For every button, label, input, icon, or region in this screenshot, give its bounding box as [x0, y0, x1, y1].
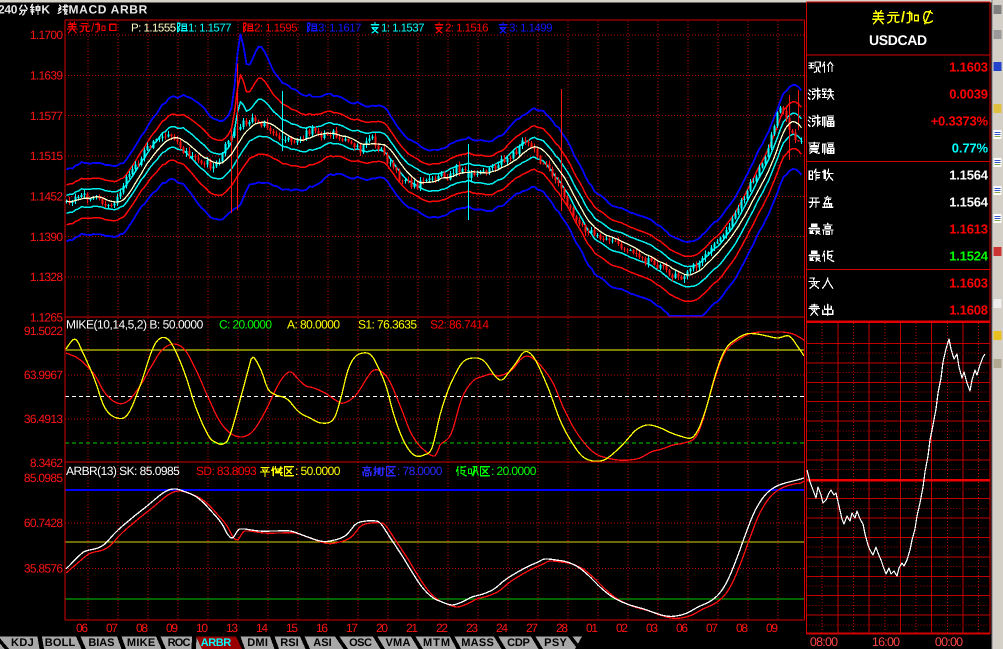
svg-text:1.1613: 1.1613 [949, 222, 988, 237]
svg-text:C: 20.0000: C: 20.0000 [219, 318, 272, 332]
svg-text:21: 21 [406, 621, 418, 635]
svg-text:09: 09 [166, 621, 178, 635]
svg-text:00:00: 00:00 [935, 635, 963, 649]
svg-text:: 50.0000: : 50.0000 [295, 464, 341, 478]
svg-text:17: 17 [346, 621, 358, 635]
svg-text:1: 1.1577: 1: 1.1577 [188, 23, 232, 35]
svg-text:15: 15 [286, 621, 298, 635]
svg-text:BIAS: BIAS [88, 637, 114, 649]
svg-text:1.1603: 1.1603 [949, 276, 988, 291]
svg-text:S2: 86.7414: S2: 86.7414 [430, 318, 489, 332]
svg-text:ROC: ROC [168, 637, 191, 649]
svg-text:PSY: PSY [544, 637, 567, 649]
svg-text:: 78.0000: : 78.0000 [397, 464, 443, 478]
svg-text:10: 10 [196, 621, 208, 635]
svg-text:28: 28 [556, 621, 568, 635]
svg-text:60.7428: 60.7428 [24, 516, 63, 530]
svg-text:CDP: CDP [507, 637, 530, 649]
svg-text:27: 27 [526, 621, 538, 635]
svg-text:USDCAD: USDCAD [869, 32, 927, 48]
svg-text:08: 08 [136, 621, 148, 635]
svg-text:01: 01 [586, 621, 598, 635]
svg-text:07: 07 [106, 621, 118, 635]
svg-text:MASS: MASS [461, 637, 494, 649]
svg-text:3: 1.1617: 3: 1.1617 [318, 23, 362, 35]
svg-text:1: 1.1537: 1: 1.1537 [381, 23, 425, 35]
svg-text:1.1639: 1.1639 [30, 69, 63, 83]
svg-text:3: 1.1499: 3: 1.1499 [509, 23, 553, 35]
svg-text:ASI: ASI [313, 637, 332, 649]
svg-text:14: 14 [256, 621, 268, 635]
svg-text:MTM: MTM [423, 637, 450, 649]
svg-text:OSC: OSC [349, 637, 372, 649]
svg-text:08:00: 08:00 [810, 635, 838, 649]
svg-text:03: 03 [646, 621, 658, 635]
svg-text:1.1564: 1.1564 [949, 195, 989, 210]
svg-text:02: 02 [616, 621, 628, 635]
svg-text:MIKE(10,14,5,2) B: 50.0000: MIKE(10,14,5,2) B: 50.0000 [66, 318, 204, 332]
svg-text:20: 20 [376, 621, 388, 635]
svg-text:1.1515: 1.1515 [30, 149, 63, 163]
svg-text:16:00: 16:00 [872, 635, 900, 649]
svg-text:23: 23 [466, 621, 478, 635]
svg-text:1.1452: 1.1452 [30, 190, 63, 204]
svg-text:24: 24 [496, 621, 508, 635]
svg-text:1.1603: 1.1603 [949, 60, 988, 75]
svg-text:08: 08 [736, 621, 748, 635]
svg-text:1.1328: 1.1328 [30, 270, 63, 284]
svg-text:P: 1.1555: P: 1.1555 [131, 23, 176, 35]
svg-text:36.4913: 36.4913 [24, 412, 63, 426]
svg-text:06: 06 [676, 621, 688, 635]
svg-text:2: 1.1516: 2: 1.1516 [445, 23, 489, 35]
svg-text:1.1608: 1.1608 [949, 303, 988, 318]
svg-text:1.1524: 1.1524 [949, 249, 989, 264]
svg-text:16: 16 [316, 621, 328, 635]
svg-text:MACD ARBR: MACD ARBR [69, 3, 148, 17]
svg-text:SD: 83.8093: SD: 83.8093 [196, 464, 257, 478]
svg-text:K: K [41, 3, 50, 17]
svg-text:8.3462: 8.3462 [30, 456, 63, 470]
svg-text:06: 06 [76, 621, 88, 635]
svg-text:07: 07 [706, 621, 718, 635]
svg-text:22: 22 [436, 621, 448, 635]
svg-text:VMA: VMA [386, 637, 411, 649]
svg-text:S1: 76.3635: S1: 76.3635 [358, 318, 417, 332]
svg-text:0.0039: 0.0039 [949, 87, 988, 102]
svg-text:0.77%: 0.77% [952, 141, 989, 156]
svg-text:09: 09 [766, 621, 778, 635]
svg-text:DMI: DMI [247, 637, 268, 649]
svg-text:85.0985: 85.0985 [24, 471, 63, 485]
svg-text:13: 13 [226, 621, 238, 635]
svg-text:MIKE: MIKE [127, 637, 155, 649]
svg-text:1.1265: 1.1265 [30, 311, 63, 325]
svg-text:1.1390: 1.1390 [30, 230, 63, 244]
svg-text:1.1577: 1.1577 [30, 109, 63, 123]
svg-text:BOLL: BOLL [45, 637, 76, 649]
svg-text:ARBR: ARBR [201, 637, 231, 649]
svg-text:1.1564: 1.1564 [949, 168, 989, 183]
svg-text:63.9967: 63.9967 [24, 368, 63, 382]
svg-text:91.5022: 91.5022 [24, 324, 63, 338]
svg-text:RSI: RSI [280, 637, 299, 649]
svg-text:+0.3373%: +0.3373% [931, 114, 989, 129]
svg-text:240: 240 [0, 3, 18, 17]
svg-text:A: 80.0000: A: 80.0000 [287, 318, 340, 332]
svg-text:35.8576: 35.8576 [24, 562, 63, 576]
svg-text:ARBR(13) SK: 85.0985: ARBR(13) SK: 85.0985 [66, 464, 180, 478]
svg-text:1.1700: 1.1700 [30, 28, 63, 42]
svg-text:2: 1.1595: 2: 1.1595 [254, 23, 298, 35]
svg-text:: 20.0000: : 20.0000 [491, 464, 537, 478]
svg-text:KDJ: KDJ [11, 637, 34, 649]
